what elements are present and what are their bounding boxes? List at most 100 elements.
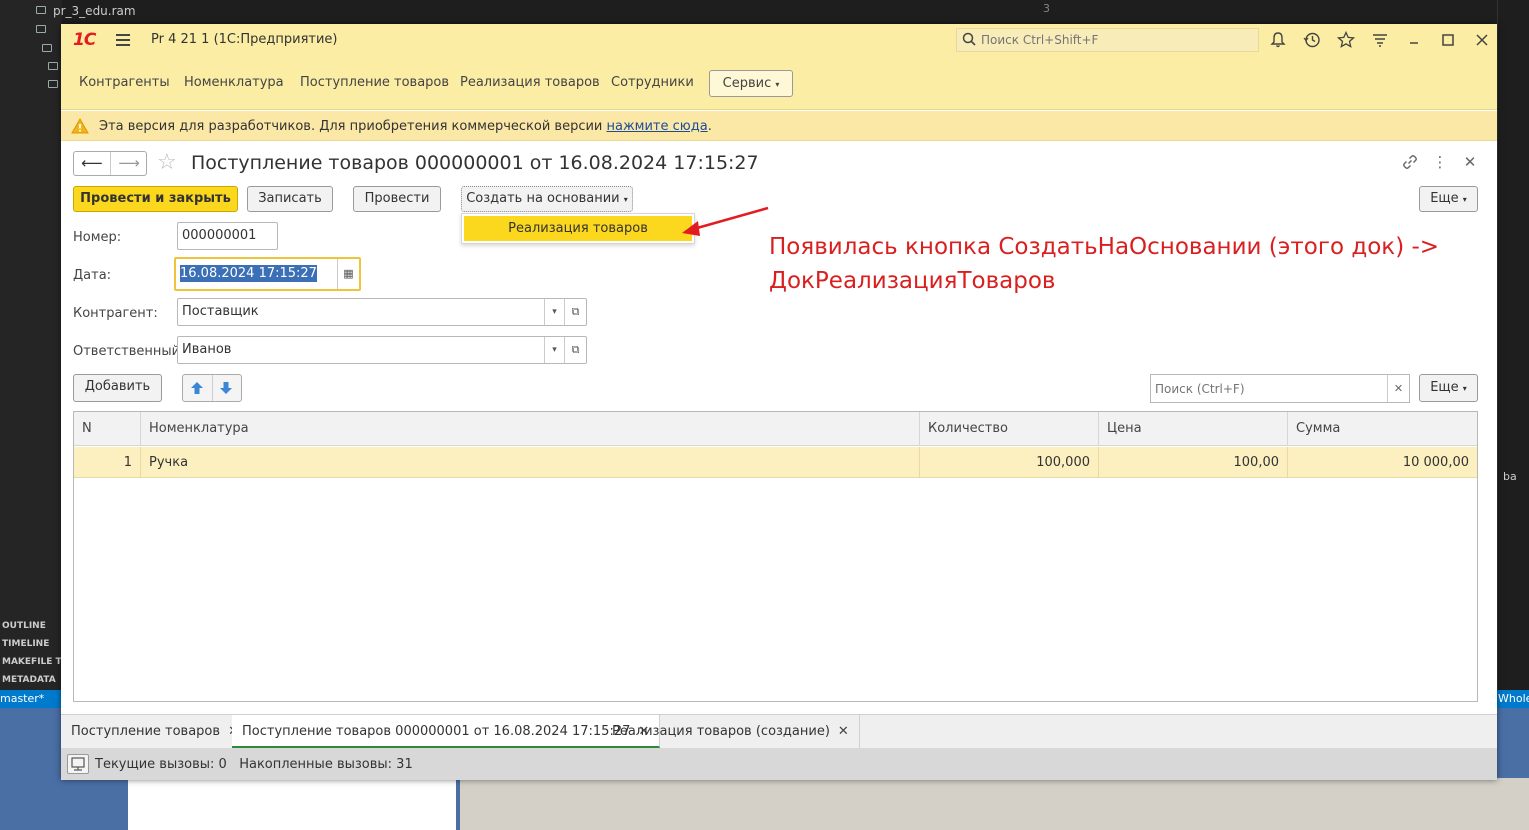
table-search-input[interactable] [1155,380,1385,398]
column-header-n[interactable]: N [74,412,141,446]
cell-quantity[interactable]: 100,000 [920,447,1099,478]
background-window-gray [460,778,1529,830]
number-field[interactable]: 000000001 [177,222,278,250]
navigation-buttons: ⟵ ⟶ [73,151,147,176]
window-title: Pr 4 21 1 (1С:Предприятие) [151,32,338,47]
chevron-down-icon: ▾ [775,80,780,89]
move-down-icon[interactable] [218,380,234,396]
tab-goods-sales-new[interactable]: Реализация товаров (создание) ✕ [602,715,860,748]
chevron-down-icon[interactable]: ▾ [544,299,564,325]
chevron-down-icon: ▾ [1462,384,1467,393]
table-row[interactable]: 1 Ручка 100,000 100,00 10 000,00 [74,447,1477,478]
service-button[interactable]: Сервис ▾ [709,70,793,97]
menu-goods-sales[interactable]: Реализация товаров [460,75,600,90]
annotation-line-1: Появилась кнопка СоздатьНаОсновании (это… [769,234,1440,260]
background-window-white [128,778,456,830]
menu-contractors[interactable]: Контрагенты [79,75,170,90]
link-icon[interactable] [1400,152,1420,172]
cell-n[interactable]: 1 [74,447,141,478]
favorites-star-icon[interactable] [1337,31,1355,49]
post-and-close-button[interactable]: Провести и закрыть [73,186,238,212]
editor-status-right[interactable]: Whole [1498,692,1529,705]
folder-icon [48,62,58,70]
status-bar: Текущие вызовы: 0 Накопленные вызовы: 31 [61,748,1497,780]
warning-icon [71,118,89,134]
column-header-price[interactable]: Цена [1099,412,1288,446]
date-label: Дата: [73,268,112,283]
menu-nomenclature[interactable]: Номенклатура [184,75,284,90]
title-bar: 1С Pr 4 21 1 (1С:Предприятие) [61,24,1497,56]
bell-icon[interactable] [1269,31,1287,49]
more-button-label: Еще [1430,191,1459,206]
minimize-icon[interactable] [1405,31,1423,49]
more-button[interactable]: Еще ▾ [1419,186,1478,212]
responsible-label: Ответственный: [73,344,185,359]
number-label: Номер: [73,230,122,245]
clear-search-icon[interactable]: ✕ [1387,375,1409,402]
column-header-nomenclature[interactable]: Номенклатура [141,412,920,446]
editor-file-name[interactable]: pr_3_edu.ram [53,4,136,18]
post-button[interactable]: Провести [353,186,441,212]
contractor-field[interactable]: Поставщик ▾ ⧉ [177,298,587,326]
buy-link[interactable]: нажмите сюда [607,119,708,134]
app-window: 1С Pr 4 21 1 (1С:Предприятие) Контраг [61,24,1497,780]
more-actions-icon[interactable]: ⋮ [1430,152,1450,172]
table-more-label: Еще [1430,380,1459,395]
close-form-icon[interactable]: ✕ [1460,152,1480,172]
main-menu-icon[interactable] [116,34,130,46]
git-branch[interactable]: master* [0,692,44,705]
tab-goods-receipt-doc[interactable]: Поступление товаров 000000001 от 16.08.2… [232,715,661,748]
app-logo: 1С [73,30,96,50]
chevron-down-icon: ▾ [1462,195,1467,204]
close-tab-icon[interactable]: ✕ [838,724,849,739]
save-button[interactable]: Записать [247,186,333,212]
maximize-icon[interactable] [1439,31,1457,49]
annotation-arrow [682,206,769,236]
responsible-field[interactable]: Иванов ▾ ⧉ [177,336,587,364]
menu-employees[interactable]: Сотрудники [611,75,694,90]
timeline-section[interactable]: TIMELINE [2,639,49,649]
back-arrow-icon[interactable]: ⟵ [74,152,110,175]
column-header-quantity[interactable]: Количество [920,412,1099,446]
favorite-star-icon[interactable]: ☆ [157,150,177,175]
table-more-button[interactable]: Еще ▾ [1419,374,1478,402]
chevron-down-icon[interactable]: ▾ [544,337,564,363]
menu-goods-receipt[interactable]: Поступление товаров [300,75,449,90]
column-header-sum[interactable]: Сумма [1288,412,1477,446]
global-search[interactable] [956,28,1259,52]
contractor-label: Контрагент: [73,306,158,321]
annotation-line-2: ДокРеализацияТоваров [769,268,1056,294]
history-icon[interactable] [1303,31,1321,49]
move-up-icon[interactable] [189,380,205,396]
dropdown-item-goods-sales[interactable]: Реализация товаров [464,216,692,241]
cell-nomenclature[interactable]: Ручка [141,447,920,478]
cell-price[interactable]: 100,00 [1099,447,1288,478]
date-field[interactable]: 16.08.2024 17:15:27 ▦ [174,257,361,291]
goods-table: N Номенклатура Количество Цена Сумма 1 Р… [73,411,1478,702]
move-buttons [182,374,242,402]
table-search[interactable]: ✕ [1150,374,1410,403]
cell-sum[interactable]: 10 000,00 [1288,447,1477,478]
tab-goods-receipt-list[interactable]: Поступление товаров✕ [61,715,250,748]
calls-status-text: Текущие вызовы: 0 Накопленные вызовы: 31 [95,757,413,772]
open-icon[interactable]: ⧉ [564,337,586,363]
folder-icon [36,25,46,33]
create-based-on-button[interactable]: Создать на основании ▾ [461,186,633,212]
calls-monitor-icon[interactable] [67,754,89,774]
sections-panel: Контрагенты Номенклатура Поступление тов… [61,56,1497,110]
global-search-input[interactable] [981,31,1251,49]
editor-strip-label: ba [1503,470,1517,483]
metadata-section[interactable]: METADATA [2,675,56,685]
outline-section[interactable]: OUTLINE [2,621,46,631]
close-window-icon[interactable] [1473,31,1491,49]
date-value: 16.08.2024 17:15:27 [180,265,317,282]
developer-warning-bar: Эта версия для разработчиков. Для приобр… [61,111,1497,141]
chevron-down-icon: ▾ [623,195,628,204]
functions-menu-icon[interactable] [1371,31,1389,49]
search-icon [962,32,976,46]
open-icon[interactable]: ⧉ [564,299,586,325]
calendar-icon[interactable]: ▦ [337,259,359,289]
forward-arrow-icon[interactable]: ⟶ [111,152,147,175]
add-row-button[interactable]: Добавить [73,374,162,402]
folder-icon [36,6,46,14]
